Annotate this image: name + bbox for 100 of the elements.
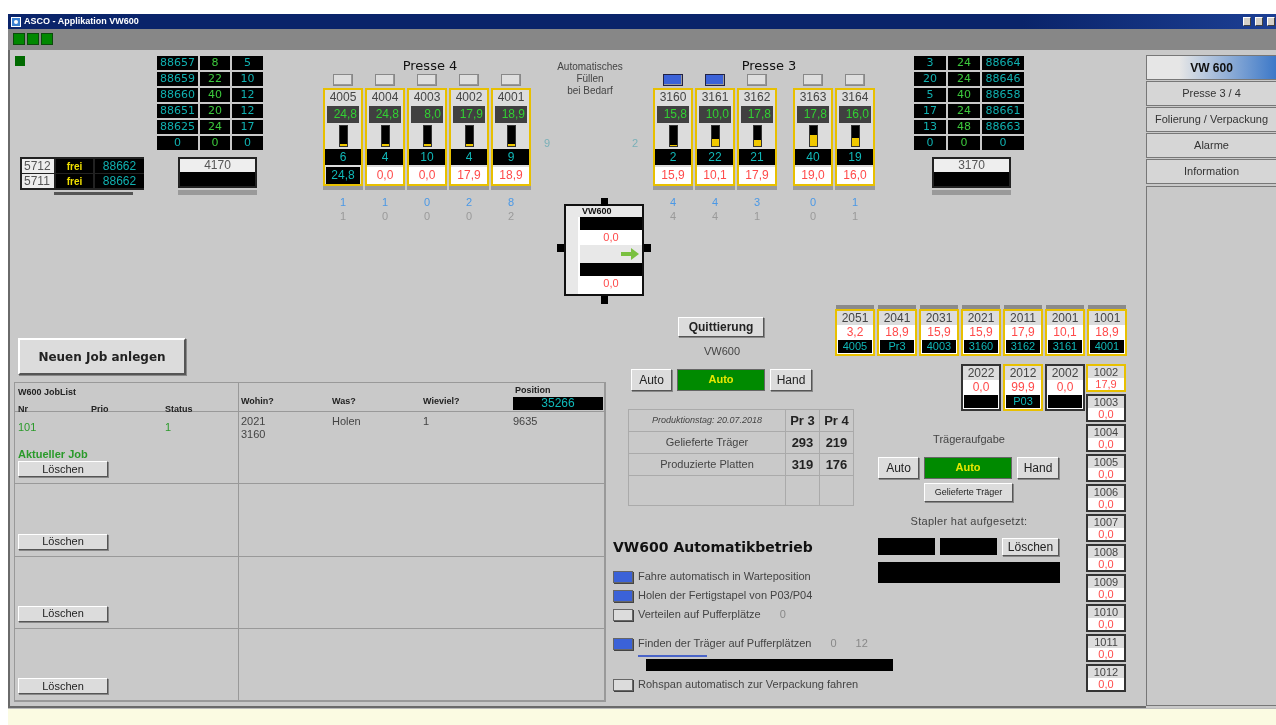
delete-button[interactable]: Löschen (1002, 537, 1059, 556)
station-id: 4001 (496, 90, 526, 104)
cell-id: 1002 (1088, 366, 1124, 378)
cell-code: Pr3 (880, 340, 914, 353)
column-header: Status (165, 402, 194, 416)
cell-value: 0,0 (1097, 498, 1115, 510)
cell-value: 10,1 (1052, 325, 1078, 340)
delivered-button[interactable]: Gelieferte Träger (924, 482, 1013, 502)
cell-value: 18,9 (884, 325, 910, 340)
step-count: 12 (855, 636, 868, 652)
cell-code: 3160 (964, 340, 998, 353)
grid-cell: 0 (232, 136, 263, 150)
nav-tab[interactable]: VW 600 (1146, 55, 1276, 80)
station-value: 17,8 (741, 106, 773, 123)
nav-tab[interactable]: Folierung / Verpackung (1146, 107, 1276, 132)
delete-button[interactable]: Löschen (18, 461, 108, 478)
grid-cell: 3 (914, 56, 946, 70)
station-reading: 19,0 (795, 167, 831, 184)
cell-code: P03 (1006, 395, 1040, 408)
side-number: 9 (544, 136, 551, 151)
cell-id: 1011 (1088, 636, 1124, 648)
cell-value: 15,9 (968, 325, 994, 340)
station-button[interactable] (663, 74, 683, 86)
section-title: VW600 Automatikbetrieb (613, 538, 814, 557)
step-label: Rohspan automatisch zur Verpackung fahren (638, 678, 859, 691)
grid-cell: 24 (948, 56, 980, 70)
station-id: 3164 (840, 90, 870, 104)
step-label: Finden der Träger auf Pufferplätzen (638, 637, 812, 650)
station-value: 16,0 (839, 106, 871, 123)
station-reading: 10,1 (697, 167, 733, 184)
status-toggle[interactable] (613, 678, 633, 691)
value-display (878, 538, 935, 555)
grid-cell: 22 (200, 72, 230, 86)
cell-value: 0,0 (1097, 558, 1115, 570)
delete-button[interactable]: Löschen (18, 678, 108, 694)
cell-id: 1010 (1088, 606, 1124, 618)
nav-tab[interactable]: Presse 3 / 4 (1146, 81, 1276, 106)
station-reading: 0,0 (409, 167, 445, 184)
hand-button[interactable]: Hand (1017, 456, 1059, 479)
cell-id: 1006 (1088, 486, 1124, 498)
station-value: 18,9 (495, 106, 527, 123)
table-cell: 319 (785, 453, 820, 476)
station-reading: 24,8 (326, 167, 360, 184)
station-button[interactable] (803, 74, 823, 86)
station-button[interactable] (459, 74, 479, 86)
hand-button[interactable]: Hand (770, 368, 812, 391)
station-button[interactable] (705, 74, 725, 86)
arrow-icon (621, 248, 639, 260)
station-button[interactable] (501, 74, 521, 86)
station-button[interactable] (845, 74, 865, 86)
station-button[interactable] (375, 74, 395, 86)
cell-value: 17,9 (1094, 378, 1118, 390)
station-count: 22 (697, 149, 733, 165)
cell-id: 1008 (1088, 546, 1124, 558)
column-header: Wohin? (241, 394, 275, 408)
grid-cell: 12 (232, 104, 263, 118)
cell-value: 15,9 (926, 325, 952, 340)
station-count: 2 (655, 149, 691, 165)
delete-button[interactable]: Löschen (18, 605, 108, 622)
slot-id: 5711 (22, 174, 54, 188)
cell-value: 0,0 (1097, 408, 1115, 420)
station-count: 4 (367, 149, 403, 165)
delete-button[interactable]: Löschen (18, 533, 108, 550)
station-reading: 18,9 (493, 167, 529, 184)
station-count: 10 (409, 149, 445, 165)
nav-tab[interactable]: Alarme (1146, 133, 1276, 158)
grid-cell: 88659 (157, 72, 198, 86)
status-toggle[interactable] (613, 570, 633, 583)
grid-cell: 88651 (157, 104, 198, 118)
station-id: 4003 (412, 90, 442, 104)
row-label: Gelieferte Träger (628, 431, 786, 454)
close-button[interactable] (1267, 17, 1275, 26)
connector-handle (601, 198, 608, 206)
auto-button[interactable]: Auto (878, 456, 919, 479)
new-job-button[interactable]: Neuen Job anlegen (18, 338, 186, 375)
status-toggle[interactable] (613, 608, 633, 621)
window-title: ASCO - Applikation VW600 (24, 14, 139, 28)
station-button[interactable] (333, 74, 353, 86)
cell-value: 0,0 (1097, 468, 1115, 480)
nav-tab[interactable]: Information (1146, 159, 1276, 184)
maximize-button[interactable] (1255, 17, 1263, 26)
station-button[interactable] (747, 74, 767, 86)
station-id: 4005 (328, 90, 358, 104)
auto-button[interactable]: Auto (631, 368, 672, 391)
counter-value: 8 (506, 195, 516, 209)
grid-cell: 0 (982, 136, 1024, 150)
minimize-button[interactable] (1243, 17, 1251, 26)
side-number: 2 (632, 136, 639, 151)
status-toggle[interactable] (613, 589, 633, 602)
station-value: 10,0 (699, 106, 731, 123)
grid-cell: 88664 (982, 56, 1024, 70)
mode-indicator: Auto (677, 368, 765, 391)
status-toggle[interactable] (613, 637, 633, 650)
grid-cell: 88660 (157, 88, 198, 102)
column-header: Was? (332, 394, 357, 408)
connector-handle (557, 244, 564, 252)
acknowledge-button[interactable]: Quittierung (678, 317, 764, 337)
station-button[interactable] (417, 74, 437, 86)
counter-value: 3 (752, 195, 762, 209)
grid-cell: 88646 (982, 72, 1024, 86)
